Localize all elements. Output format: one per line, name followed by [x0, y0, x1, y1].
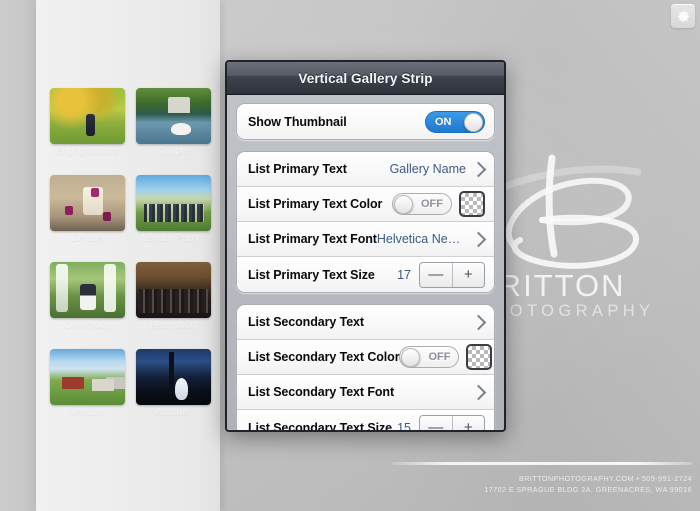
thumbnail-item[interactable]: Engagements — [44, 88, 130, 175]
primary-text-color-toggle[interactable]: OFF — [392, 193, 452, 215]
gear-icon — [677, 10, 689, 22]
row-label: List Primary Text Color — [248, 197, 383, 211]
thumbnail-item[interactable]: Details — [44, 175, 130, 262]
stepper-increment-button[interactable]: + — [453, 263, 485, 287]
chevron-right-icon — [470, 384, 487, 400]
thumbnail-image[interactable] — [136, 349, 211, 405]
chevron-right-icon — [470, 161, 487, 177]
thumbnail-grid: Engagements Couple Details Bridal Party … — [44, 88, 216, 436]
thumbnail-item[interactable]: Ceremony — [44, 262, 130, 349]
row-label: List Primary Text — [248, 162, 347, 176]
thumbnail-item[interactable]: Reception — [130, 262, 216, 349]
toggle-knob — [394, 195, 413, 214]
thumbnail-image[interactable] — [136, 175, 211, 231]
secondary-text-size-stepper[interactable]: — + — [419, 414, 485, 430]
settings-gear-button[interactable] — [671, 4, 695, 28]
row-list-primary-text-color[interactable]: List Primary Text Color OFF — [237, 187, 494, 222]
thumbnail-image[interactable] — [136, 88, 211, 144]
app-background: Engagements Couple Details Bridal Party … — [0, 0, 700, 511]
watermark-subtitle: PHOTOGRAPHY — [478, 302, 655, 320]
row-list-primary-text-font[interactable]: List Primary Text Font Helvetica Neue Li… — [237, 222, 494, 257]
thumbnail-label: Ceremony — [63, 320, 111, 331]
row-list-primary-text-size[interactable]: List Primary Text Size 17 — + — [237, 257, 494, 292]
toggle-state-label: OFF — [421, 198, 443, 210]
toggle-state-label: ON — [435, 115, 452, 128]
primary-text-size-stepper[interactable]: — + — [419, 261, 485, 288]
thumbnail-label: Bridal Party — [146, 233, 200, 244]
show-thumbnail-toggle[interactable]: ON — [425, 110, 485, 133]
thumbnail-label: Engagements — [55, 146, 119, 157]
row-list-primary-text[interactable]: List Primary Text Gallery Name — [237, 152, 494, 187]
row-value: Helvetica Neue Li… — [376, 232, 466, 246]
row-list-secondary-text-size[interactable]: List Secondary Text Size 15 — + — [237, 410, 494, 432]
thumbnail-label: Details — [71, 233, 103, 244]
row-list-secondary-text-font[interactable]: List Secondary Text Font — [237, 375, 494, 410]
thumbnail-image[interactable] — [50, 349, 125, 405]
secondary-text-size-value: 15 — [397, 420, 411, 432]
thumbnail-image[interactable] — [50, 88, 125, 144]
row-label: List Primary Text Font — [248, 232, 377, 246]
thumbnail-image[interactable] — [136, 262, 211, 318]
popover-title: Vertical Gallery Strip — [298, 70, 433, 86]
thumbnail-item[interactable]: Venues — [44, 349, 130, 436]
thumbnail-item[interactable]: Couple — [130, 88, 216, 175]
row-value: Gallery Name — [389, 162, 466, 176]
toggle-knob — [401, 348, 421, 367]
stepper-decrement-button[interactable]: — — [420, 262, 453, 287]
settings-group-secondary-text: List Secondary Text List Secondary Text … — [236, 304, 495, 432]
row-list-secondary-text[interactable]: List Secondary Text — [237, 305, 494, 340]
row-label: List Secondary Text Font — [248, 385, 395, 399]
row-label: List Secondary Text Size — [248, 420, 392, 432]
secondary-text-color-swatch[interactable] — [466, 344, 493, 370]
row-label: List Secondary Text Color — [248, 350, 400, 364]
thumbnail-image[interactable] — [50, 262, 125, 318]
stepper-decrement-button[interactable]: — — [420, 415, 453, 430]
row-show-thumbnail[interactable]: Show Thumbnail ON — [237, 104, 494, 139]
primary-text-size-value: 17 — [397, 267, 411, 282]
thumbnail-item[interactable]: Albums — [130, 349, 216, 436]
settings-group-primary-text: List Primary Text Gallery Name List Prim… — [236, 151, 495, 293]
thumbnail-label: Couple — [156, 146, 190, 157]
settings-popover: Vertical Gallery Strip Show Thumbnail ON… — [225, 60, 506, 432]
footer-contact-info: BRITTONPHOTOGRAPHY.COM • 509-991-2724 17… — [292, 473, 692, 495]
thumbnail-item[interactable]: Bridal Party — [130, 175, 216, 262]
row-label: List Primary Text Size — [248, 267, 375, 282]
row-list-secondary-text-color[interactable]: List Secondary Text Color OFF — [237, 340, 494, 375]
watermark-name: BRITTON — [476, 268, 626, 303]
row-label: Show Thumbnail — [248, 114, 347, 129]
thumbnail-label: Reception — [150, 320, 196, 331]
gallery-content-panel: Engagements Couple Details Bridal Party … — [36, 0, 220, 511]
left-margin-strip — [0, 0, 36, 511]
thumbnail-image[interactable] — [50, 175, 125, 231]
thumbnail-label: Venues — [70, 407, 104, 418]
primary-text-color-swatch[interactable] — [459, 191, 485, 217]
row-label: List Secondary Text — [248, 315, 364, 329]
footer-line-1: BRITTONPHOTOGRAPHY.COM • 509-991-2724 — [519, 474, 692, 483]
stepper-increment-button[interactable]: + — [453, 416, 485, 430]
chevron-right-icon — [470, 314, 487, 330]
settings-group-thumbnail: Show Thumbnail ON — [236, 103, 495, 140]
footer-divider — [392, 462, 692, 465]
chevron-right-icon — [470, 231, 487, 247]
popover-header: Vertical Gallery Strip — [227, 62, 504, 95]
popover-body: Show Thumbnail ON List Primary Text Gall… — [227, 95, 504, 432]
footer-line-2: 17702 E SPRAGUE BLDG 2A, GREENACRES, WA … — [484, 485, 692, 494]
toggle-state-label: OFF — [428, 351, 451, 363]
secondary-text-color-toggle[interactable]: OFF — [399, 346, 460, 368]
toggle-knob — [464, 112, 483, 132]
thumbnail-label: Albums — [156, 407, 190, 418]
